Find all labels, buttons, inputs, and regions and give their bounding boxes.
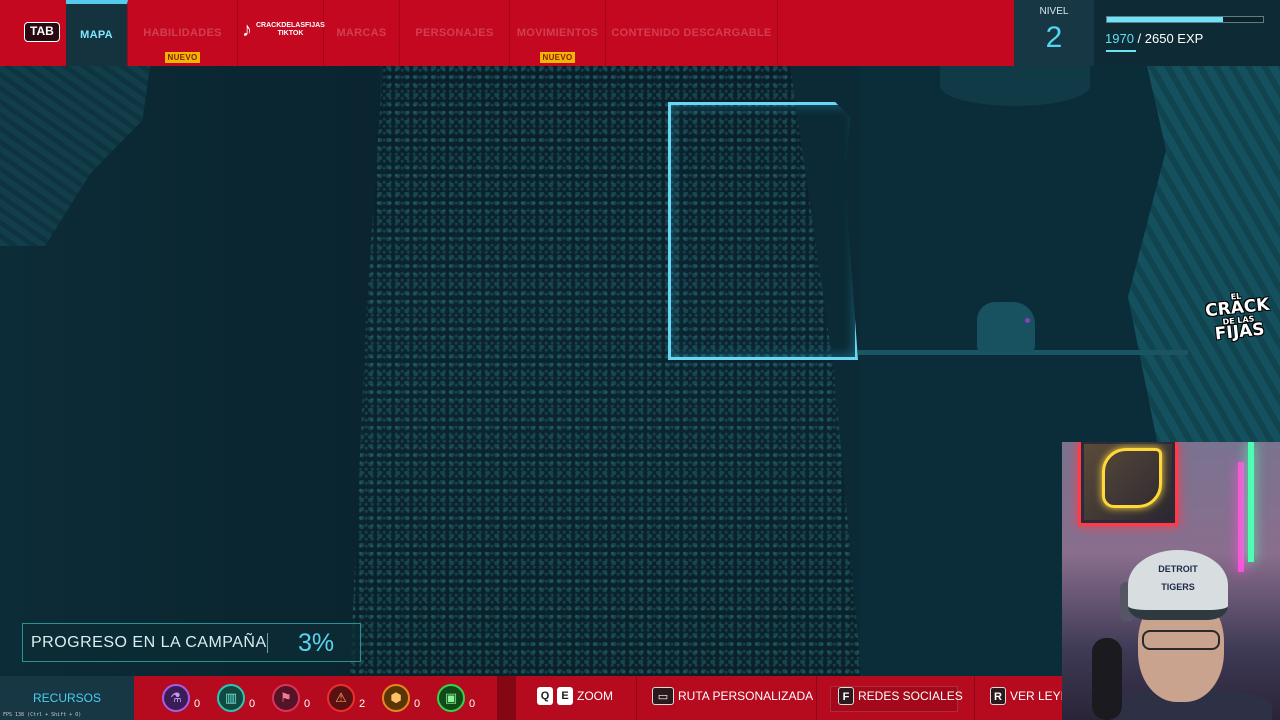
social-hint[interactable]: F REDES SOCIALES: [838, 687, 963, 705]
tab-label: HABILIDADES: [143, 27, 222, 39]
resource-item[interactable]: ⬢ 0: [382, 684, 437, 712]
tab-habilidades[interactable]: HABILIDADES NUEVO: [128, 0, 238, 66]
tab-label: MARCAS: [336, 27, 387, 39]
new-badge: NUEVO: [539, 52, 576, 63]
tab-label: MAPA: [80, 29, 113, 41]
social-label: REDES SOCIALES: [858, 689, 963, 703]
key-f: F: [838, 687, 854, 705]
tiktok-icon: ♪: [242, 19, 252, 41]
tiktok-subtext: TIKTOK: [277, 30, 304, 37]
resource-count: 2: [359, 698, 366, 710]
resource-count: 0: [414, 698, 421, 710]
zoom-hint[interactable]: Q E ZOOM: [537, 687, 613, 705]
tab-label: CONTENIDO DESCARGABLE: [611, 27, 772, 39]
islet: [977, 302, 1035, 352]
neon-light-pink: [1238, 462, 1244, 572]
base-icon: ⬢: [382, 684, 410, 712]
cap-text: TIGERS: [1161, 582, 1195, 592]
key-r: R: [990, 687, 1006, 705]
divider: [974, 676, 975, 720]
key-q: Q: [537, 687, 553, 705]
microphone-icon: [1092, 638, 1122, 720]
campaign-progress-panel: PROGRESO EN LA CAMPAÑA 3%: [22, 623, 361, 662]
tiktok-handle: CRACKDELASFIJAS: [256, 22, 325, 29]
neon-sign: [1102, 448, 1162, 508]
resource-item[interactable]: ⚗ 0: [162, 684, 217, 712]
resource-item[interactable]: ⚑ 0: [272, 684, 327, 712]
resource-item[interactable]: ▣ 0: [437, 684, 492, 712]
resource-count: 0: [249, 698, 256, 710]
divider: [497, 676, 516, 720]
level-label: NIVEL: [1039, 6, 1069, 17]
crime-warning-icon: ⚠: [327, 684, 355, 712]
custom-route-hint[interactable]: ▭ RUTA PERSONALIZADA: [652, 687, 813, 705]
tab-label: MOVIMIENTOS: [516, 27, 599, 39]
campaign-progress-value: 3%: [298, 629, 335, 657]
mouse-button-icon: ▭: [652, 687, 674, 705]
exp-current: 1970: [1105, 31, 1134, 46]
divider: [816, 676, 817, 720]
tab-movimientos[interactable]: MOVIMIENTOS NUEVO: [510, 0, 606, 66]
tiktok-overlay: ♪ CRACKDELASFIJAS TIKTOK: [242, 20, 325, 40]
exp-total: 2650 EXP: [1144, 31, 1204, 46]
route-label: RUTA PERSONALIZADA: [678, 689, 814, 703]
exp-underline: [1106, 50, 1136, 52]
exp-panel: 1970 / 2650 EXP: [1094, 0, 1280, 66]
resource-count: 0: [304, 698, 311, 710]
top-menu-bar: TAB MAPA HABILIDADES NUEVO MARCAS PERSON…: [0, 0, 1280, 66]
tab-marcas[interactable]: MARCAS: [324, 0, 400, 66]
glasses: [1142, 630, 1220, 650]
level-value: 2: [1045, 21, 1063, 54]
main-nav: MAPA HABILIDADES NUEVO MARCAS PERSONAJES…: [66, 0, 778, 66]
new-badge: NUEVO: [164, 52, 201, 63]
tab-mapa[interactable]: MAPA: [66, 0, 128, 66]
divider: [636, 676, 637, 720]
map-marker-icon[interactable]: [1025, 318, 1030, 323]
fps-counter: FPS 138 (Ctrl + Shift + O): [3, 712, 82, 718]
campaign-progress-label: PROGRESO EN LA CAMPAÑA: [31, 634, 267, 651]
backpack-icon: ▣: [437, 684, 465, 712]
tab-key-hint[interactable]: TAB: [24, 22, 60, 42]
resource-item[interactable]: ⚠ 2: [327, 684, 382, 712]
flag-icon: ⚑: [272, 684, 300, 712]
hideout-icon: ▥: [217, 684, 245, 712]
channel-logo: EL CRACK DE LAS FIJAS: [1204, 289, 1273, 345]
resource-count: 0: [469, 698, 476, 710]
key-e: E: [557, 687, 573, 705]
tab-personajes[interactable]: PERSONAJES: [400, 0, 510, 66]
resource-item[interactable]: ▥ 0: [217, 684, 272, 712]
research-icon: ⚗: [162, 684, 190, 712]
streamer-webcam: DETROIT TIGERS: [1062, 442, 1280, 720]
cap-text: DETROIT: [1158, 564, 1198, 574]
exp-readout: 1970 / 2650 EXP: [1105, 31, 1203, 46]
divider: [267, 633, 268, 653]
exp-separator: /: [1133, 31, 1145, 46]
highlighted-district[interactable]: [668, 102, 858, 360]
tab-contenido-descargable[interactable]: CONTENIDO DESCARGABLE: [606, 0, 778, 66]
tab-label: PERSONAJES: [415, 27, 494, 39]
exp-progress-bar: [1106, 16, 1264, 23]
baseball-cap: DETROIT TIGERS: [1128, 550, 1228, 620]
land-north: [940, 66, 1090, 106]
neon-light-green: [1248, 442, 1254, 562]
resources-list: ⚗ 0 ▥ 0 ⚑ 0 ⚠ 2 ⬢ 0 ▣ 0: [162, 676, 492, 720]
level-panel: NIVEL 2: [1014, 0, 1094, 66]
resource-count: 0: [194, 698, 201, 710]
zoom-label: ZOOM: [577, 689, 613, 703]
exp-progress-fill: [1107, 17, 1223, 22]
